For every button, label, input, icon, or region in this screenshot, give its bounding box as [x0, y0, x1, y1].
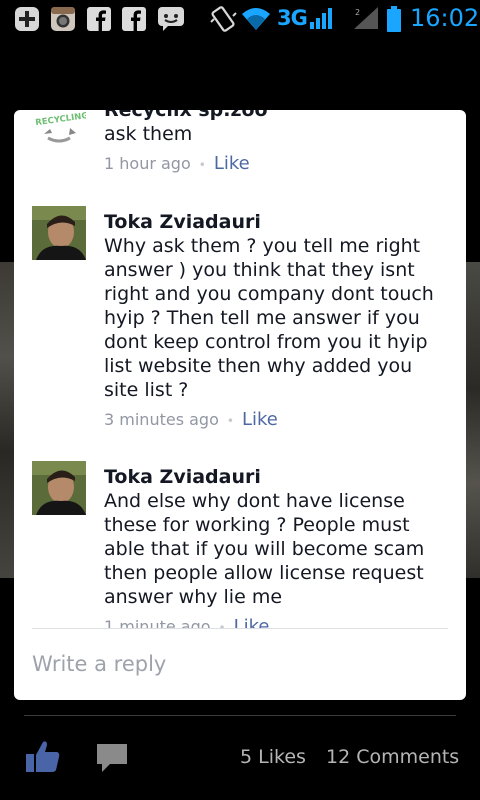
divider: [24, 715, 456, 716]
comment-author[interactable]: Toka Zviadauri: [104, 210, 444, 234]
comment-text: Why ask them ? you tell me right answer …: [104, 235, 434, 401]
recycling-logo-icon: RECYCLING: [32, 110, 86, 152]
plus-icon: [15, 7, 39, 31]
like-link[interactable]: Like: [234, 616, 270, 628]
svg-text:2: 2: [355, 8, 360, 17]
wifi-icon: [242, 8, 270, 30]
avatar[interactable]: [32, 206, 86, 260]
comment-author[interactable]: Toka Zviadauri: [104, 465, 444, 489]
separator-dot: •: [198, 157, 206, 172]
background-photo: [466, 262, 480, 578]
reply-input[interactable]: Write a reply: [32, 646, 448, 682]
facebook-icon: [122, 7, 146, 31]
signal-icon: [310, 8, 332, 29]
comments-count[interactable]: 12 Comments: [326, 746, 459, 768]
comment-time: 3 minutes ago: [104, 410, 219, 429]
comment-time: 1 minute ago: [104, 617, 211, 628]
separator-dot: •: [226, 413, 234, 428]
battery-icon: [387, 6, 401, 32]
avatar[interactable]: [32, 461, 86, 515]
comment-meta: 1 minute ago • Like: [104, 615, 444, 628]
separator-dot: •: [218, 620, 226, 629]
network-type: 3G: [277, 6, 308, 30]
user-photo-icon: [32, 461, 86, 515]
status-bar: 3G 2 16:02: [0, 0, 480, 38]
comment-text: And else why dont have license these for…: [104, 490, 425, 608]
like-link[interactable]: Like: [242, 409, 278, 430]
message-icon: [158, 7, 184, 31]
clock: 16:02: [410, 4, 480, 32]
facebook-icon: [87, 7, 111, 31]
comment-text: ask them: [104, 123, 193, 145]
divider: [32, 628, 448, 629]
comment-icon[interactable]: [96, 742, 128, 774]
like-link[interactable]: Like: [214, 153, 250, 174]
vibrate-icon: [210, 6, 237, 32]
comment-meta: 3 minutes ago • Like: [104, 408, 444, 432]
signal-icon: 2: [354, 7, 378, 29]
likes-count[interactable]: 5 Likes: [240, 746, 306, 768]
background-photo: [0, 262, 14, 578]
user-photo-icon: [32, 206, 86, 260]
comment-meta: 1 hour ago • Like: [104, 152, 444, 176]
thumbs-up-icon[interactable]: [25, 738, 61, 774]
comment-author[interactable]: Recyclix sp.zoo: [104, 110, 444, 122]
comments-dialog: RECYCLING Recyclix sp.zoo ask them 1 hou…: [14, 110, 466, 700]
avatar[interactable]: RECYCLING: [32, 110, 86, 152]
comment-time: 1 hour ago: [104, 154, 191, 173]
instagram-icon: [51, 7, 75, 31]
comment-list[interactable]: RECYCLING Recyclix sp.zoo ask them 1 hou…: [14, 110, 466, 628]
